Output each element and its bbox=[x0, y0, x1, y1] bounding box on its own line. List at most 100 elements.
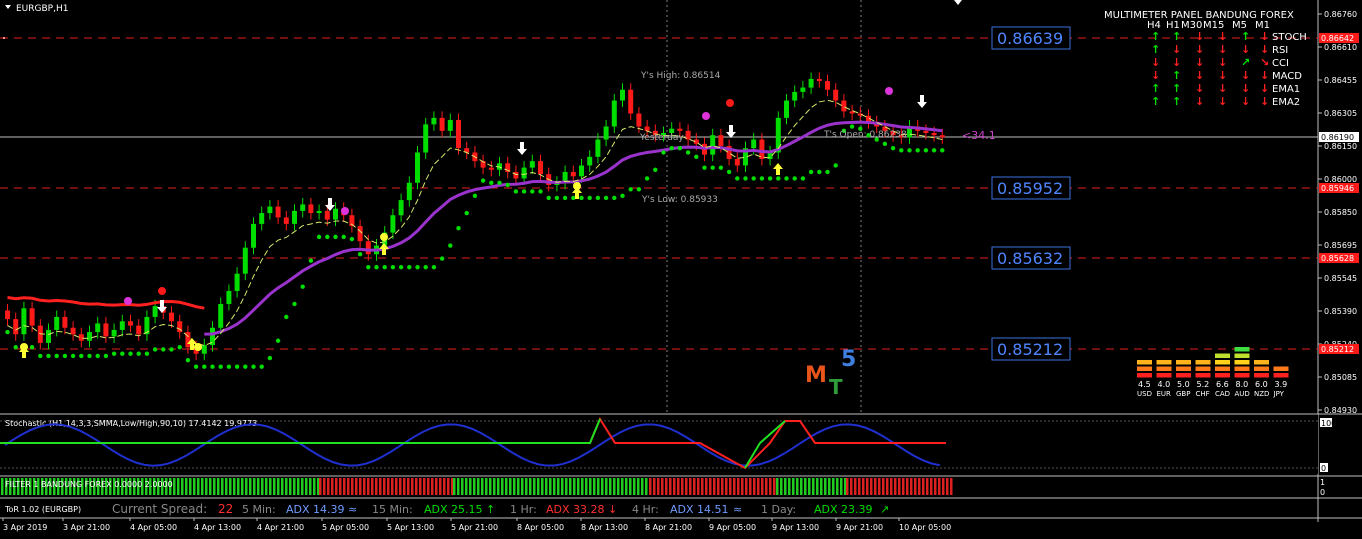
meter-bar bbox=[1176, 373, 1191, 378]
sar-dot bbox=[431, 264, 437, 270]
sar-dot bbox=[251, 364, 256, 369]
sar-dot bbox=[890, 145, 896, 151]
sar-dot bbox=[825, 169, 830, 175]
filter-bar bbox=[509, 478, 512, 495]
filter-bar bbox=[201, 478, 204, 495]
filter-bar bbox=[237, 478, 240, 495]
candle-body bbox=[251, 223, 256, 248]
candle-body bbox=[931, 133, 937, 136]
time-tick-label: 3 Apr 2019 bbox=[3, 523, 47, 532]
sar-dot bbox=[776, 176, 781, 181]
sar-dot bbox=[398, 264, 404, 270]
filter-bar bbox=[629, 478, 632, 495]
meter-bar bbox=[1176, 366, 1191, 371]
candle-body bbox=[87, 332, 92, 341]
meter-bar bbox=[1176, 360, 1191, 365]
panel-signal-arrow-icon: ↓ bbox=[1260, 43, 1269, 56]
sar-dot bbox=[13, 345, 18, 350]
meter-bar bbox=[1195, 373, 1211, 378]
sar-dot bbox=[300, 284, 305, 289]
filter-bar bbox=[669, 478, 672, 495]
filter-bar bbox=[828, 478, 831, 495]
filter-bar bbox=[749, 478, 752, 495]
spread-value: 22 bbox=[218, 502, 233, 516]
candle-body bbox=[406, 182, 412, 201]
filter-bar bbox=[780, 478, 783, 495]
panel-signal-arrow-icon: ↑ bbox=[1172, 69, 1181, 82]
sar-dot bbox=[38, 353, 43, 359]
meter-bar bbox=[1234, 360, 1250, 365]
filter-bar bbox=[453, 478, 456, 495]
filter-bar bbox=[850, 478, 853, 495]
filter-bar bbox=[375, 478, 378, 495]
candle-body bbox=[488, 167, 494, 170]
sar-dot bbox=[382, 264, 387, 270]
candle-body bbox=[415, 152, 420, 183]
filter-bar bbox=[681, 478, 684, 495]
sar-dot bbox=[620, 193, 625, 198]
candle-body bbox=[259, 213, 265, 224]
level-price-tag-label: 0.85212 bbox=[1321, 345, 1354, 354]
filter-bar bbox=[423, 478, 426, 495]
candle-body bbox=[95, 323, 101, 333]
sar-dot bbox=[87, 353, 92, 359]
m5-value: ADX 14.39 bbox=[286, 503, 345, 516]
meter-bar bbox=[1254, 373, 1269, 378]
candle-body bbox=[46, 329, 51, 343]
sar-dot bbox=[308, 258, 314, 263]
meter-value: 5.0 bbox=[1177, 380, 1190, 389]
sar-dot bbox=[628, 187, 633, 192]
meter-value: 5.2 bbox=[1197, 380, 1210, 389]
sar-dot bbox=[366, 264, 371, 270]
filter-bar bbox=[874, 478, 877, 495]
filter-bar bbox=[253, 478, 256, 495]
candle-body bbox=[784, 100, 789, 118]
filter-bar bbox=[649, 478, 652, 495]
filter-bar bbox=[609, 478, 612, 495]
candle-body bbox=[234, 273, 240, 291]
candle-body bbox=[513, 171, 519, 179]
time-tick-label: 8 Apr 05:00 bbox=[517, 523, 564, 532]
sar-dot bbox=[636, 187, 642, 192]
filter-bar bbox=[281, 478, 284, 495]
panel-signal-arrow-icon: ↓ bbox=[1241, 82, 1250, 95]
filter-bar bbox=[521, 478, 524, 495]
sar-dot bbox=[95, 353, 100, 359]
sar-dot bbox=[612, 195, 617, 201]
meter-currency: NZD bbox=[1254, 390, 1269, 398]
time-tick-label: 9 Apr 05:00 bbox=[709, 523, 756, 532]
candle-body bbox=[677, 128, 683, 131]
panel-indicator-label: EMA2 bbox=[1272, 97, 1300, 108]
panel-signal-arrow-icon: ↓ bbox=[1195, 30, 1204, 43]
sar-dot bbox=[579, 195, 584, 201]
panel-indicator-label: RSI bbox=[1272, 45, 1288, 56]
time-axis: 3 Apr 2019 3 Apr 21:00 4 Apr 05:00 4 Apr 13… bbox=[2, 518, 951, 532]
filter-bar bbox=[840, 478, 843, 495]
candle-body bbox=[242, 247, 248, 274]
meter-bar bbox=[1156, 360, 1172, 365]
sar-dot bbox=[710, 165, 715, 170]
filter-bar bbox=[846, 478, 849, 495]
filter-bar bbox=[773, 478, 776, 495]
filter-bar bbox=[890, 478, 893, 495]
filter-bar bbox=[808, 478, 811, 495]
sar-dot bbox=[644, 176, 650, 181]
filter-bar bbox=[473, 478, 476, 495]
filter-bar bbox=[407, 478, 410, 495]
sar-dot bbox=[669, 145, 674, 151]
filter-bar bbox=[351, 478, 354, 495]
price-tick-label: 0.86760 bbox=[1324, 10, 1357, 19]
meter-bar bbox=[1215, 353, 1230, 358]
panel-signal-arrow-icon: ↑ bbox=[1172, 82, 1181, 95]
candle-body bbox=[201, 345, 207, 354]
sar-dot bbox=[136, 351, 141, 356]
filter-bar bbox=[725, 478, 728, 495]
panel-signal-arrow-icon: ↓ bbox=[1260, 69, 1269, 82]
sar-dot bbox=[316, 234, 322, 240]
sar-dot bbox=[497, 180, 502, 185]
filter-bar bbox=[189, 478, 192, 495]
sar-dot bbox=[587, 195, 592, 201]
filter-label: FILTER 1 BANDUNG FOREX 0.0000 2.0000 bbox=[5, 480, 173, 489]
filter-bar bbox=[415, 478, 418, 495]
window-title: EURGBP,H1 bbox=[16, 4, 68, 14]
